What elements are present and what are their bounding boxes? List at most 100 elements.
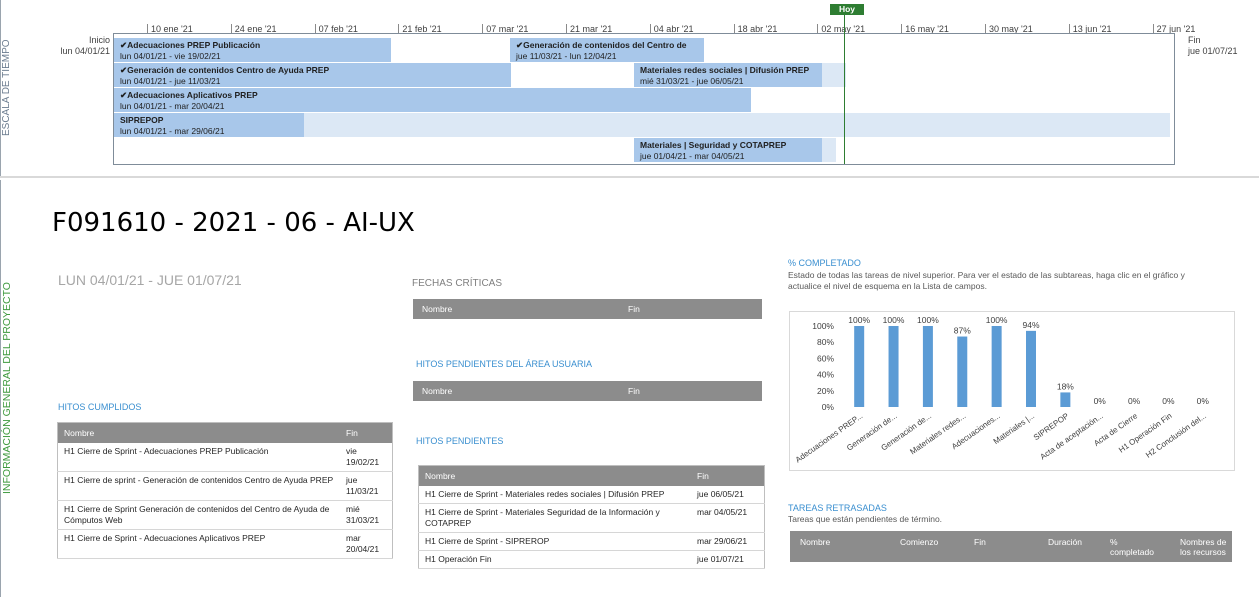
completado-description: Estado de todas las tareas de nivel supe… — [788, 270, 1185, 291]
col-name: Nombre — [418, 465, 691, 486]
y-tick-label: 100% — [812, 321, 834, 331]
bar-value-label: 94% — [1022, 320, 1039, 330]
col-fin: Fin — [974, 537, 986, 547]
bar-dates: lun 04/01/21 - mar 20/04/21 — [120, 100, 225, 111]
hitos-cumplidos-title: HITOS CUMPLIDOS — [58, 402, 142, 412]
today-flag: Hoy — [830, 4, 864, 15]
timeline-bar[interactable]: ✔Generación de contenidos del Centro de … — [510, 38, 704, 62]
bar-title: ✔Generación de contenidos del Centro de — [516, 40, 687, 50]
y-tick-label: 0% — [822, 402, 835, 412]
col-comienzo: Comienzo — [900, 537, 939, 547]
hitos-cumplidos-table: Nombre Fin H1 Cierre de Sprint - Adecuac… — [57, 422, 393, 559]
timeline-side-label: ESCALA DE TIEMPO — [0, 0, 31, 176]
table-row[interactable]: H1 Cierre de Sprint Generación de conten… — [57, 500, 393, 530]
timeline-bar[interactable]: ✔Adecuaciones Aplicativos PREP lun 04/01… — [114, 88, 751, 112]
row-end: jue 11/03/21 — [340, 471, 393, 501]
table-row[interactable]: H1 Cierre de Sprint - Adecuaciones Aplic… — [57, 529, 393, 559]
col-name: Nombre — [57, 422, 340, 443]
timeline-panel[interactable]: ESCALA DE TIEMPO Inicio lun 04/01/21 Fin… — [0, 0, 1259, 178]
start-label: Inicio — [88, 35, 110, 45]
chart-bar — [1026, 330, 1036, 407]
timeline-bar-remaining — [822, 63, 846, 87]
row-name: H1 Cierre de Sprint - Materiales redes s… — [418, 486, 691, 504]
chart-bar — [1060, 392, 1071, 407]
timeline-bar[interactable]: ✔Adecuaciones PREP Publicación lun 04/01… — [114, 38, 391, 62]
timeline-bar[interactable]: Materiales | Seguridad y COTAPREP jue 01… — [634, 138, 822, 162]
row-end: mar 20/04/21 — [340, 529, 393, 559]
tareas-retrasadas-title: TAREAS RETRASADAS — [788, 503, 887, 513]
timeline-bar-remaining — [304, 113, 1170, 137]
end-date: jue 01/07/21 — [1188, 46, 1238, 56]
bar-value-label: 100% — [917, 315, 939, 325]
y-tick-label: 80% — [817, 337, 834, 347]
col-end: Fin — [691, 465, 765, 486]
fechas-criticas-title: FECHAS CRÍTICAS — [412, 278, 503, 289]
col-duracion: Duración — [1048, 537, 1083, 547]
y-tick-label: 20% — [817, 386, 834, 396]
row-name: H1 Cierre de Sprint - Adecuaciones Aplic… — [57, 529, 340, 559]
bar-value-label: 0% — [1197, 396, 1210, 406]
row-name: H1 Cierre de Sprint - Adecuaciones PREP … — [57, 443, 340, 472]
y-tick-label: 60% — [817, 353, 834, 363]
tareas-retrasadas-subtitle: Tareas que están pendientes de término. — [788, 514, 943, 524]
bar-value-label: 0% — [1162, 396, 1175, 406]
timeline-bar[interactable]: SIPREPOP lun 04/01/21 - mar 29/06/21 — [114, 113, 304, 137]
col-completado: % completado — [1110, 537, 1154, 557]
row-end: jue 01/07/21 — [691, 550, 765, 569]
tareas-retrasadas-header: Nombre Comienzo Fin Duración % completad… — [790, 531, 1232, 562]
hitos-area-title: HITOS PENDIENTES DEL ÁREA USUARIA — [416, 359, 593, 369]
chart-bar — [888, 326, 899, 407]
completado-chart[interactable]: 0% 20% 40% 60% 80% 100% 100% Adecuaciones PREP.… — [790, 312, 1234, 470]
bar-title: Materiales | Seguridad y COTAPREP — [640, 140, 787, 150]
table-row[interactable]: H1 Cierre de Sprint - Materiales Segurid… — [418, 503, 765, 533]
bar-value-label: 100% — [986, 315, 1008, 325]
x-tick-label: Adecuaciones PREP... — [794, 411, 865, 464]
row-end: jue 06/05/21 — [691, 486, 765, 504]
table-row[interactable]: H1 Cierre de Sprint - Materiales redes s… — [418, 486, 765, 504]
end-label: Fin — [1188, 35, 1201, 45]
x-tick-label: Acta de aceptación... — [1039, 411, 1105, 461]
col-end: Fin — [628, 386, 640, 396]
bar-dates: lun 04/01/21 - mar 29/06/21 — [120, 125, 225, 136]
chart-bar — [854, 326, 865, 407]
row-name: H1 Cierre de sprint - Generación de cont… — [57, 471, 340, 501]
timeline-bar[interactable]: ✔Generación de contenidos Centro de Ayud… — [114, 63, 511, 87]
row-name: H1 Cierre de Sprint Generación de conten… — [57, 500, 340, 530]
x-tick-label: H2 Conclusión del... — [1144, 411, 1208, 459]
bar-value-label: 0% — [1128, 396, 1141, 406]
col-end: Fin — [340, 422, 393, 443]
row-name: H1 Cierre de Sprint - Materiales Segurid… — [418, 503, 691, 533]
bar-title: SIPREPOP — [120, 115, 164, 125]
today-line — [844, 14, 845, 164]
table-row[interactable]: H1 Cierre de sprint - Generación de cont… — [57, 471, 393, 501]
col-name: Nombre — [422, 304, 453, 314]
hitos-area-header: Nombre Fin — [413, 381, 762, 401]
y-tick-label: 40% — [817, 370, 834, 380]
row-end: mar 04/05/21 — [691, 503, 765, 533]
col-name: Nombre — [422, 386, 453, 396]
bar-title: ✔Adecuaciones Aplicativos PREP — [120, 90, 258, 100]
fechas-criticas-header: Nombre Fin — [413, 299, 762, 319]
bar-value-label: 18% — [1057, 381, 1074, 391]
chart-bar — [991, 326, 1002, 407]
chart-bar — [922, 326, 933, 407]
col-end: Fin — [628, 304, 640, 314]
timeline-bar[interactable]: Materiales redes sociales | Difusión PRE… — [634, 63, 822, 87]
chart-bar — [957, 336, 968, 407]
table-row[interactable]: H1 Cierre de Sprint - Adecuaciones PREP … — [57, 443, 393, 472]
table-row[interactable]: H1 Cierre de Sprint - SIPREROP mar 29/06/… — [418, 532, 765, 551]
bar-dates: lun 04/01/21 - vie 19/02/21 — [120, 50, 221, 61]
row-end: mar 29/06/21 — [691, 532, 765, 551]
completado-chart-frame[interactable]: 0% 20% 40% 60% 80% 100% 100% Adecuaciones PREP.… — [789, 311, 1235, 471]
row-name: H1 Cierre de Sprint - SIPREROP — [418, 532, 691, 551]
bar-dates: jue 11/03/21 - lun 12/04/21 — [516, 50, 617, 61]
start-date: lun 04/01/21 — [60, 46, 110, 56]
timeline-start: Inicio lun 04/01/21 — [56, 35, 110, 57]
bar-dates: lun 04/01/21 - jue 11/03/21 — [120, 75, 221, 86]
timeline-divider — [0, 176, 1259, 178]
bar-value-label: 100% — [883, 315, 905, 325]
table-row[interactable]: H1 Operación Fin jue 01/07/21 — [418, 550, 765, 569]
bar-title: ✔Generación de contenidos Centro de Ayud… — [120, 65, 330, 75]
hitos-pendientes-title: HITOS PENDIENTES — [416, 436, 504, 446]
bar-value-label: 100% — [848, 315, 870, 325]
